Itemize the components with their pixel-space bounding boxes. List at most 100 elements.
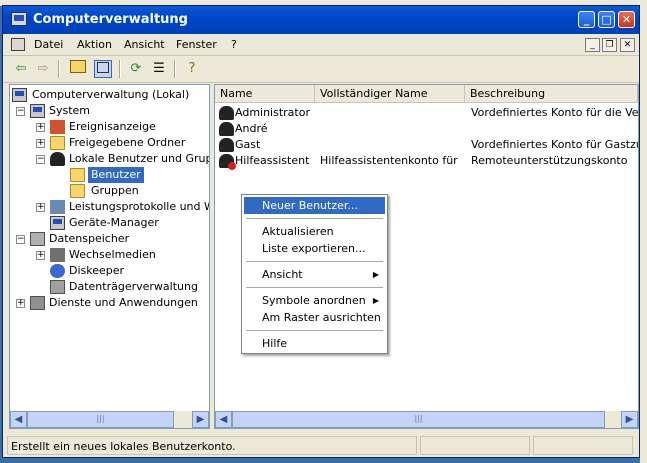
column-header-name[interactable]: Name xyxy=(215,85,315,103)
tree-item-label: Ereignisanzeige xyxy=(69,120,156,133)
scrollbar-thumb[interactable]: ||| xyxy=(232,411,605,428)
up-folder-icon[interactable] xyxy=(69,60,87,78)
menu-separator xyxy=(246,287,383,288)
tree-item-label: Datenträgerverwaltung xyxy=(69,280,198,293)
tree-item-label: Leistungsprotokolle und Warnungen xyxy=(69,200,209,213)
show-hide-tree-icon[interactable] xyxy=(94,60,112,78)
menu-aktion[interactable]: Aktion xyxy=(77,38,112,51)
tree-item-label: Geräte-Manager xyxy=(69,216,159,229)
cell-name: André xyxy=(235,122,268,135)
mdi-close-button[interactable]: ✕ xyxy=(620,38,635,52)
close-button[interactable]: ✕ xyxy=(618,11,635,28)
scroll-left-icon[interactable]: ◀ xyxy=(215,411,232,428)
scrollbar-thumb[interactable]: ||| xyxy=(27,411,174,428)
menu-ansicht[interactable]: Ansicht xyxy=(124,38,165,51)
shared-folder-icon xyxy=(50,136,65,150)
expand-icon[interactable]: + xyxy=(16,299,25,308)
maximize-button[interactable]: □ xyxy=(598,11,615,28)
tree-item-label: Dienste und Anwendungen xyxy=(49,296,198,309)
cell-name: Administrator xyxy=(235,106,310,119)
collapse-icon[interactable]: − xyxy=(36,155,45,164)
services-icon xyxy=(30,296,45,310)
menu-help[interactable]: ? xyxy=(231,38,237,51)
menu-item-ansicht[interactable]: Ansicht ▶ xyxy=(244,266,385,283)
scroll-right-icon[interactable]: ▶ xyxy=(621,411,638,428)
user-icon xyxy=(219,122,234,136)
tree-item-label: Wechselmedien xyxy=(69,248,156,261)
collapse-icon[interactable]: − xyxy=(16,235,25,244)
disabled-user-icon xyxy=(219,154,236,170)
user-icon xyxy=(219,106,234,120)
tree-item-label: Benutzer xyxy=(88,167,144,183)
menu-item-hilfe[interactable]: Hilfe xyxy=(244,335,385,352)
menu-item-neuer-benutzer[interactable]: Neuer Benutzer... xyxy=(244,197,385,214)
menu-separator xyxy=(246,218,383,219)
submenu-arrow-icon: ▶ xyxy=(372,296,379,305)
menu-item-aktualisieren[interactable]: Aktualisieren xyxy=(244,223,385,240)
menu-bar: Datei Aktion Ansicht Fenster ? _ ❐ ✕ xyxy=(3,35,639,56)
title-bar[interactable]: Computerverwaltung _ □ ✕ xyxy=(3,6,639,34)
minimize-button[interactable]: _ xyxy=(578,11,595,28)
folder-icon xyxy=(70,168,85,182)
list-row[interactable]: Administrator Vordefiniertes Konto für d… xyxy=(215,105,638,121)
list-row[interactable]: Hilfeassistent Hilfeassistentenkonto für… xyxy=(215,153,638,170)
cell-description: Remoteunterstützungskonto xyxy=(471,154,628,167)
list-row[interactable]: Gast Vordefiniertes Konto für Gastzugrif… xyxy=(215,137,638,153)
forward-arrow-icon[interactable]: ⇨ xyxy=(34,60,52,78)
menu-datei[interactable]: Datei xyxy=(34,38,63,51)
tree-item-label: Diskeeper xyxy=(69,264,125,277)
tree-item-label: Datenspeicher xyxy=(49,232,130,245)
tree-pane[interactable]: Computerverwaltung (Lokal) − System + Er… xyxy=(9,84,210,429)
disk-management-icon xyxy=(50,280,65,294)
users-groups-icon xyxy=(50,152,65,166)
performance-icon xyxy=(50,200,65,214)
mdi-restore-button[interactable]: ❐ xyxy=(602,38,617,52)
menu-item-am-raster-ausrichten[interactable]: Am Raster ausrichten xyxy=(244,309,385,326)
tree-item-label: Freigegebene Ordner xyxy=(69,136,186,149)
scroll-left-icon[interactable]: ◀ xyxy=(10,411,27,428)
expand-icon[interactable]: + xyxy=(36,139,45,148)
desktop-right-edge xyxy=(640,0,647,463)
window-title: Computerverwaltung xyxy=(33,12,188,27)
mdi-minimize-button[interactable]: _ xyxy=(585,38,600,52)
column-header-description[interactable]: Beschreibung xyxy=(465,85,638,103)
status-text: Erstellt ein neues lokales Benutzerkonto… xyxy=(7,436,417,455)
column-header-full-name[interactable]: Vollständiger Name xyxy=(315,85,465,103)
menu-item-symbole-anordnen[interactable]: Symbole anordnen ▶ xyxy=(244,292,385,309)
diskeeper-icon xyxy=(50,264,65,278)
scroll-right-icon[interactable]: ▶ xyxy=(192,411,209,428)
list-row[interactable]: André xyxy=(215,121,638,137)
menu-item-label: Ansicht xyxy=(262,268,303,281)
submenu-arrow-icon: ▶ xyxy=(372,270,379,279)
toolbar-separator xyxy=(119,60,121,78)
menu-item-liste-exportieren[interactable]: Liste exportieren... xyxy=(244,240,385,257)
tree-item-label: Lokale Benutzer und Gruppen xyxy=(69,152,209,165)
collapse-icon[interactable]: − xyxy=(16,107,25,116)
refresh-icon[interactable]: ⟳ xyxy=(127,60,145,78)
expand-icon[interactable]: + xyxy=(36,123,45,132)
event-viewer-icon xyxy=(50,120,65,134)
cell-name: Hilfeassistent xyxy=(235,154,310,167)
cell-full-name: Hilfeassistentenkonto für ... xyxy=(320,154,460,167)
tree-horizontal-scrollbar[interactable]: ◀ ||| ▶ xyxy=(10,411,209,428)
storage-icon xyxy=(30,232,45,246)
expand-icon[interactable]: + xyxy=(36,203,45,212)
help-icon[interactable]: ? xyxy=(183,60,201,78)
back-arrow-icon[interactable]: ⇦ xyxy=(12,60,30,78)
list-horizontal-scrollbar[interactable]: ◀ ||| ▶ xyxy=(215,411,638,428)
toolbar: ⇦ ⇨ ⟳ ☰ ? xyxy=(3,56,639,83)
context-menu: Neuer Benutzer... Aktualisieren Liste ex… xyxy=(241,194,388,354)
tree-item-label: System xyxy=(49,104,91,117)
mdi-window-icon[interactable] xyxy=(11,38,25,51)
status-bar: Erstellt ein neues lokales Benutzerkonto… xyxy=(3,434,639,457)
cell-description: Vordefiniertes Konto für die Verwaltung xyxy=(471,106,639,119)
expand-icon[interactable]: + xyxy=(36,251,45,260)
menu-separator xyxy=(246,261,383,262)
menu-item-label: Symbole anordnen xyxy=(262,294,366,307)
toolbar-separator xyxy=(58,60,60,78)
user-icon xyxy=(219,138,234,152)
export-list-icon[interactable]: ☰ xyxy=(150,60,168,78)
menu-fenster[interactable]: Fenster xyxy=(176,38,217,51)
cell-name: Gast xyxy=(235,138,261,151)
tree-item-label: Gruppen xyxy=(91,184,139,197)
